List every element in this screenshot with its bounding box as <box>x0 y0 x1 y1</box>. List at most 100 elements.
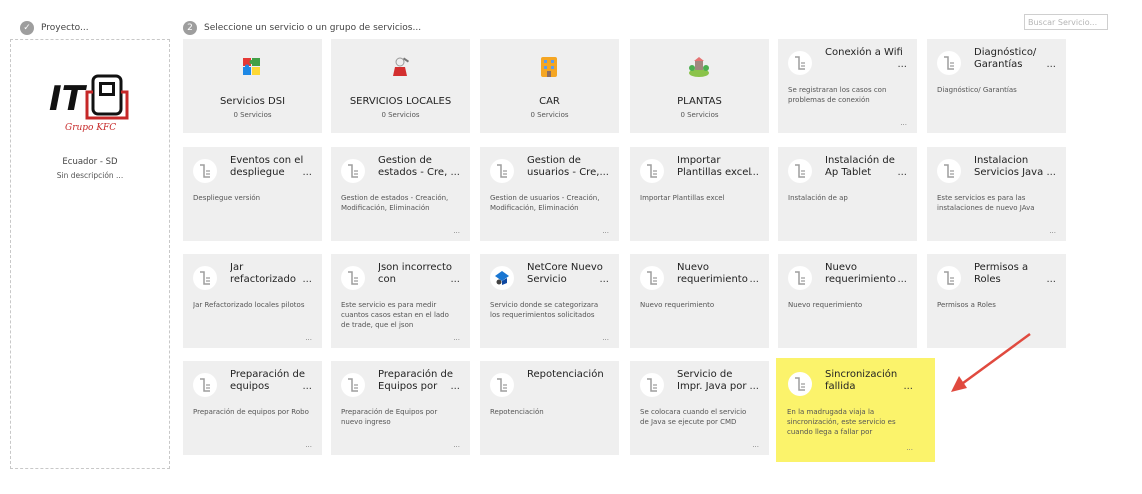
service-description: Gestion de estados - Creación, Modificac… <box>341 194 449 212</box>
service-description: Servicio donde se categorizara los reque… <box>490 301 599 319</box>
service-tile-importar-plantillas[interactable]: Importar Plantillas excel ... Importar P… <box>630 147 769 241</box>
more-options-icon[interactable]: ... <box>749 274 759 285</box>
document-icon <box>788 372 812 396</box>
group-tile-car[interactable]: CAR 0 Servicios <box>480 39 619 133</box>
service-description: Gestion de usuarios - Creación, Modifica… <box>490 194 600 212</box>
service-description: Despliegue versión <box>193 194 261 202</box>
document-icon <box>640 159 664 183</box>
more-options-icon[interactable]: ... <box>599 274 609 285</box>
project-card[interactable]: IT Grupo KFC Ecuador - SD Sin descripció… <box>10 39 170 469</box>
document-icon <box>490 373 514 397</box>
service-tile-servicio-impr-java[interactable]: Servicio de Impr. Java por ... Se coloca… <box>630 361 769 455</box>
document-icon <box>937 51 961 75</box>
description-ellipsis: ... <box>1049 227 1056 235</box>
service-tile-json-incorrecto[interactable]: Json incorrecto con ... Este servicio es… <box>331 254 470 348</box>
document-icon <box>937 159 961 183</box>
description-ellipsis: ... <box>305 441 312 449</box>
service-title: Servicio de Impr. Java por <box>677 369 747 392</box>
more-options-icon[interactable]: ... <box>903 381 913 392</box>
document-icon <box>937 266 961 290</box>
service-tile-gestion-estados[interactable]: Gestion de estados - Cre, ... Gestion de… <box>331 147 470 241</box>
service-title: Permisos a Roles <box>974 262 1029 285</box>
service-tile-instalacion-ap[interactable]: Instalación de Ap Tablet ... Instalación… <box>778 147 917 241</box>
service-tile-nuevo-requerimiento-2[interactable]: Nuevo requerimiento ... Nuevo requerimie… <box>778 254 917 348</box>
service-tile-sincronizacion-fallida[interactable]: Sincronización fallida ... En la madruga… <box>776 358 935 462</box>
more-options-icon[interactable]: ... <box>450 167 460 178</box>
more-options-icon[interactable]: ... <box>450 274 460 285</box>
more-options-icon[interactable]: ... <box>302 167 312 178</box>
service-description: Jar Refactorizado locales pilotos <box>193 301 305 309</box>
more-options-icon[interactable]: ... <box>897 274 907 285</box>
group-name: CAR <box>539 96 560 107</box>
more-options-icon[interactable]: ... <box>749 167 759 178</box>
service-title: Conexión a Wifi <box>825 47 903 58</box>
service-title: Instalación de Ap Tablet <box>825 155 895 178</box>
more-options-icon[interactable]: ... <box>897 167 907 178</box>
technician-icon <box>393 57 410 76</box>
service-title: Repotenciación <box>527 369 604 380</box>
service-title: Preparación de Equipos por <box>378 369 454 392</box>
service-tile-preparacion-ingreso[interactable]: Preparación de Equipos por ... Preparaci… <box>331 361 470 455</box>
step-select-service: 2 Seleccione un servicio o un grupo de s… <box>183 21 421 35</box>
search-input[interactable] <box>1024 14 1108 30</box>
service-tile-conexion-wifi[interactable]: Conexión a Wifi ... Se registraran los c… <box>778 39 917 133</box>
service-tile-gestion-usuarios[interactable]: Gestion de usuarios - Cre, ... Gestion d… <box>480 147 619 241</box>
more-options-icon[interactable]: ... <box>897 59 907 70</box>
group-tile-servicios-dsi[interactable]: Servicios DSI 0 Servicios <box>183 39 322 133</box>
building-icon <box>541 57 557 77</box>
service-description: Nuevo requerimiento <box>788 301 863 309</box>
puzzle-icon <box>243 58 260 75</box>
description-ellipsis: ... <box>305 334 312 342</box>
service-tile-preparacion-robo[interactable]: Preparación de equipos ... Preparación d… <box>183 361 322 455</box>
more-options-icon[interactable]: ... <box>1046 274 1056 285</box>
group-count: 0 Servicios <box>530 111 569 119</box>
group-tile-servicios-locales[interactable]: SERVICIOS LOCALES 0 Servicios <box>331 39 470 133</box>
service-description: Se registraran los casos con problemas d… <box>788 86 887 104</box>
service-title: Preparación de equipos <box>230 369 306 392</box>
group-name: SERVICIOS LOCALES <box>349 96 452 107</box>
service-tile-nuevo-requerimiento-1[interactable]: Nuevo requerimiento ... Nuevo requerimie… <box>630 254 769 348</box>
description-ellipsis: ... <box>900 119 907 127</box>
service-tile-eventos[interactable]: Eventos con el despliegue ... Despliegue… <box>183 147 322 241</box>
more-options-icon[interactable]: ... <box>1046 167 1056 178</box>
more-options-icon[interactable]: ... <box>302 274 312 285</box>
group-name: Servicios DSI <box>219 96 286 107</box>
service-tile-repotenciacion[interactable]: Repotenciación Repotenciación <box>480 361 619 455</box>
step-select-label: Seleccione un servicio o un grupo de ser… <box>204 23 422 33</box>
service-title: Nuevo requerimiento <box>825 262 896 285</box>
step-project-label: Proyecto... <box>41 23 89 33</box>
service-tile-instalacion-java[interactable]: Instalacion Servicios Java ... Este serv… <box>927 147 1066 241</box>
description-ellipsis: ... <box>453 227 460 235</box>
document-icon <box>640 266 664 290</box>
service-description: Importar Plantillas excel <box>640 194 725 202</box>
service-description: Nuevo requerimiento <box>640 301 715 309</box>
description-ellipsis: ... <box>906 444 913 452</box>
service-title: Jar refactorizado <box>230 262 296 285</box>
service-title: Importar Plantillas excel <box>677 155 752 178</box>
more-options-icon[interactable]: ... <box>599 167 609 178</box>
service-description: Repotenciación <box>490 408 544 416</box>
service-description: Preparación de equipos por Robo <box>193 408 309 416</box>
service-tile-diagnostico[interactable]: Diagnóstico/ Garantías ... Diagnóstico/ … <box>927 39 1066 133</box>
service-title: Gestion de estados - Cre, <box>378 155 448 178</box>
more-options-icon[interactable]: ... <box>302 381 312 392</box>
more-options-icon[interactable]: ... <box>450 381 460 392</box>
service-description: Diagnóstico/ Garantías <box>937 86 1017 94</box>
kfc-it-logo: IT Grupo KFC <box>49 74 129 133</box>
service-tile-jar-refactorizado[interactable]: Jar refactorizado ... Jar Refactorizado … <box>183 254 322 348</box>
description-ellipsis: ... <box>453 334 460 342</box>
document-icon <box>193 266 217 290</box>
document-icon <box>490 159 514 183</box>
service-description: Instalación de ap <box>788 194 848 202</box>
more-options-icon[interactable]: ... <box>1046 59 1056 70</box>
group-tile-plantas[interactable]: PLANTAS 0 Servicios <box>630 39 769 133</box>
step-project[interactable]: ✓ Proyecto... <box>20 21 89 35</box>
more-options-icon[interactable]: ... <box>749 381 759 392</box>
service-description: Preparación de Equipos por nuevo ingreso <box>341 408 438 426</box>
service-title: Nuevo requerimiento <box>677 262 748 285</box>
group-count: 0 Servicios <box>233 111 272 119</box>
document-icon <box>341 266 365 290</box>
plant-icon <box>689 57 709 77</box>
service-tile-netcore[interactable]: NetCore Nuevo Servicio ... Servicio dond… <box>480 254 619 348</box>
project-description: Sin descripción ... <box>56 171 124 180</box>
